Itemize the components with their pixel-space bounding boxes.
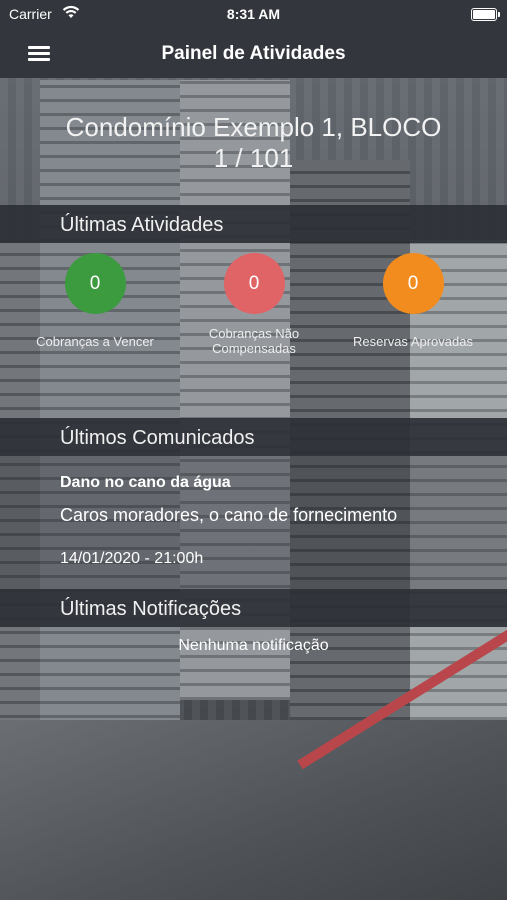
condominium-name: Condomínio Exemplo 1, BLOCO <box>65 112 442 142</box>
section-title: Últimos Comunicados <box>60 427 255 449</box>
clock: 8:31 AM <box>226 6 281 22</box>
status-bar: Carrier 8:31 AM <box>0 0 507 30</box>
background-road <box>0 720 507 900</box>
unit-number: 1 / 101 <box>213 143 294 173</box>
section-title: Últimas Notificações <box>60 598 242 620</box>
activities-panel: 0 Cobranças a Vencer 0 Cobranças Não Com… <box>0 243 507 418</box>
battery-level <box>473 10 495 19</box>
section-title: Últimas Atividades <box>60 214 224 236</box>
navigation-bar: Painel de Atividades <box>0 30 507 78</box>
stat-upcoming-charges[interactable]: 0 Cobranças a Vencer <box>15 253 175 349</box>
section-header-communications: Últimos Comunicados <box>0 418 507 456</box>
battery-icon <box>471 8 500 21</box>
condominium-title: Condomínio Exemplo 1, BLOCO 1 / 101 <box>0 112 507 174</box>
communication-item[interactable]: Dano no cano da água Caros moradores, o … <box>0 456 507 589</box>
page-title: Painel de Atividades <box>161 43 346 64</box>
notifications-empty-message: Nenhuma notificação <box>178 637 329 654</box>
stat-label: Cobranças Não Compensadas <box>208 326 300 356</box>
stat-uncleared-charges[interactable]: 0 Cobranças Não Compensadas <box>174 253 334 356</box>
stat-circle: 0 <box>382 253 444 314</box>
stat-label: Reservas Aprovadas <box>353 334 473 349</box>
communication-title: Dano no cano da água <box>60 474 231 491</box>
section-header-activities: Últimas Atividades <box>0 205 507 243</box>
communication-date: 14/01/2020 - 21:00h <box>60 550 204 567</box>
stat-label: Cobranças a Vencer <box>36 334 154 349</box>
stat-approved-reservations[interactable]: 0 Reservas Aprovadas <box>333 253 493 349</box>
communication-body: Caros moradores, o cano de fornecimento <box>60 505 398 525</box>
stat-circle: 0 <box>64 253 126 314</box>
section-header-notifications: Últimas Notificações <box>0 589 507 627</box>
stat-circle: 0 <box>223 253 285 314</box>
